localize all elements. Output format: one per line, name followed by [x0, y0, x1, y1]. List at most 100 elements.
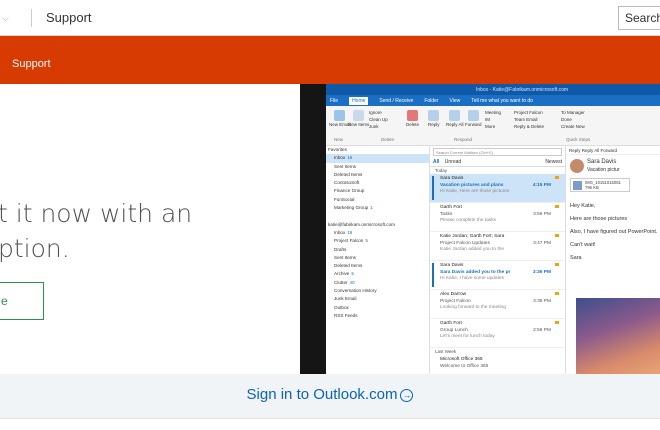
- bottom-strip: [0, 418, 660, 430]
- hero-section: t it now with an ption. e Inbox - Katie@…: [0, 84, 660, 374]
- signin-link[interactable]: Sign in to Outlook.com →: [0, 386, 660, 403]
- outlook-menubar: File Home Send / Receive Folder View Tel…: [326, 95, 660, 106]
- body-sign: Sara: [570, 255, 582, 261]
- folder-label: Outbox: [334, 304, 349, 310]
- folder-label: Deleted Items: [334, 171, 363, 177]
- folder-item: Clutter 40: [326, 279, 429, 287]
- folder-item: FunSocial: [326, 196, 429, 204]
- ribbon-more: More: [485, 124, 496, 129]
- signin-label[interactable]: Sign in to Outlook.com: [247, 386, 398, 403]
- ribbon-reply-all: Reply All: [446, 110, 464, 127]
- hero-headline-line1: t it now with an: [0, 199, 193, 228]
- menu-home: Home: [349, 96, 369, 105]
- outlook-app: Inbox - Katie@Fabrikam.onmicrosoft.com F…: [326, 84, 660, 374]
- folder-count: 40: [349, 279, 355, 285]
- folder-item: Drafts: [326, 246, 429, 254]
- folder-label: Junk Email: [334, 296, 357, 302]
- reading-actions: Reply Reply All Forward: [566, 146, 660, 155]
- ribbon-project-falcon: Project Falcon: [514, 110, 543, 115]
- folder-label: Archive: [334, 271, 350, 277]
- mailbox-search-input: Search Current Mailbox (Ctrl+E): [433, 148, 562, 156]
- ribbon-im: IM: [485, 117, 490, 122]
- ribbon-reply-delete: Reply & Delete: [514, 124, 545, 129]
- vacation-photo: [576, 298, 660, 374]
- hero-headline: t it now with an ption.: [0, 196, 192, 266]
- reading-pane: Reply Reply All Forward Sara Davis Vacat…: [566, 146, 660, 374]
- folder-label: Sent Items: [334, 254, 356, 260]
- list-item: Garth Fort Group Lunch Let's meet for lunc…: [430, 319, 565, 348]
- message-time: 4:15 PM: [532, 183, 551, 188]
- folder-item: Sent Items: [326, 254, 429, 262]
- ribbon-create-new: Create New: [561, 124, 585, 129]
- folder-label: Favorites: [328, 147, 347, 152]
- menu-send-receive: Send / Receive: [379, 97, 414, 104]
- group-last-week: Last Week: [435, 349, 457, 354]
- menu-file: File: [330, 97, 339, 104]
- group-today: Today: [435, 168, 448, 173]
- arrow-right-circle-icon[interactable]: →: [400, 389, 414, 402]
- folder-item: Deleted Items: [326, 171, 429, 179]
- folder-label: FunSocial: [334, 196, 355, 202]
- menu-view: View: [449, 97, 461, 104]
- ribbon-done: Done: [561, 117, 572, 122]
- folder-count: 5: [351, 271, 354, 277]
- ribbon-team-email: Team Email: [514, 117, 538, 122]
- reply-all-icon: [449, 110, 461, 121]
- folder-label: Marketing Group: [334, 205, 369, 211]
- folder-item: Project Falcon 5: [326, 237, 429, 245]
- envelope-icon: [334, 110, 346, 121]
- message-time: 3:56 PM: [533, 212, 551, 217]
- folder-item: Inbox 16: [326, 154, 429, 163]
- message-list: Search Current Mailbox (Ctrl+E) All Unre…: [430, 146, 566, 374]
- folder-item: RSS Feeds: [326, 312, 429, 320]
- message-subject: Welcome to Office 365: [440, 363, 489, 369]
- outlook-ribbon: New Email New Items Ignore Clean Up Junk…: [326, 106, 660, 146]
- flag-icon: [555, 234, 559, 237]
- chevron-down-icon[interactable]: ⌵: [2, 13, 9, 24]
- avatar: [570, 159, 584, 173]
- folder-label: Clutter: [334, 279, 348, 285]
- folder-label: Drafts: [334, 246, 347, 252]
- body-line3: Can't wait!: [570, 242, 596, 248]
- menu-tell-me: Tell me what you want to do: [471, 97, 533, 104]
- unread-marker: [432, 263, 434, 287]
- search-button[interactable]: Search: [618, 6, 660, 30]
- attachment: IMG_10151015081 796 KB: [570, 178, 630, 192]
- message-preview: Let's meet for lunch today: [440, 334, 495, 339]
- message-preview: Please complete the tasks: [440, 218, 496, 223]
- ribbon-meeting: Meeting: [485, 110, 502, 115]
- folder-label: Finance Group: [334, 188, 365, 194]
- forward-icon: [467, 110, 479, 121]
- folder-item: [326, 212, 429, 220]
- folder-label: Inbox: [334, 229, 346, 235]
- body-greeting: Hey Katie,: [570, 203, 596, 209]
- message-preview: Hi Katie, Here are those pictures: [440, 189, 510, 194]
- ribbon-delete: Delete: [406, 110, 419, 127]
- folder-item: Inbox 16: [326, 229, 429, 237]
- support-nav-label[interactable]: Support: [12, 58, 51, 70]
- flag-icon: [555, 321, 559, 324]
- reading-body: Hey Katie, Here are those pictures Also,…: [570, 202, 660, 267]
- folder-label: RSS Feeds: [334, 312, 358, 318]
- list-item: Sara Davis Sara Davis added you to the pr…: [430, 261, 565, 290]
- attachment-size: 796 KB: [585, 185, 599, 190]
- reading-sender: Sara Davis: [587, 159, 617, 165]
- flag-icon: [555, 205, 559, 208]
- page-title[interactable]: Support: [46, 10, 92, 25]
- folder-count: 16: [347, 229, 353, 235]
- folder-label: Conversation History: [334, 288, 377, 294]
- delete-icon: [407, 110, 418, 121]
- filter-unread: Unread: [444, 159, 462, 165]
- folder-label: Sent Items: [334, 163, 356, 169]
- outlook-titlebar: Inbox - Katie@Fabrikam.onmicrosoft.com: [326, 84, 660, 95]
- menu-folder: Folder: [424, 97, 439, 104]
- message-time: 3:47 PM: [533, 241, 551, 246]
- folder-label: Inbox: [334, 155, 346, 161]
- outlook-panes: Favorites Inbox 16 Sent Items Deleted Items C…: [326, 146, 660, 374]
- folder-item: Archive 5: [326, 270, 429, 278]
- folder-count: 16: [347, 155, 353, 161]
- divider: [31, 9, 32, 27]
- folder-item: Junk Email: [326, 295, 429, 303]
- hero-cta-button[interactable]: e: [0, 282, 44, 320]
- image-icon: [573, 181, 582, 190]
